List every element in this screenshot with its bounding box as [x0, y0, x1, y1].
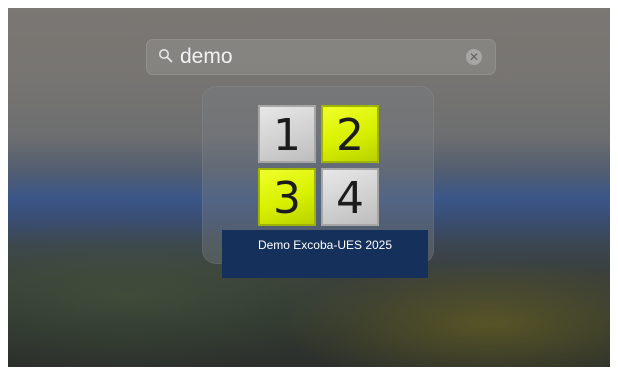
search-input[interactable]	[180, 43, 450, 71]
launchpad-screen: ✕ 1 2 3 4 Demo Excoba-UES 2025	[8, 8, 610, 367]
icon-tile-4: 4	[321, 168, 379, 226]
app-name-label: Demo Excoba-UES 2025	[222, 230, 428, 278]
clear-icon[interactable]: ✕	[466, 49, 482, 65]
icon-tile-3: 3	[258, 168, 316, 226]
search-result-app[interactable]: 1 2 3 4 Demo Excoba-UES 2025	[202, 86, 434, 278]
app-icon[interactable]: 1 2 3 4	[256, 103, 382, 228]
search-icon	[159, 49, 173, 63]
icon-tile-2: 2	[321, 105, 379, 163]
icon-tile-1: 1	[258, 105, 316, 163]
search-bar[interactable]: ✕	[146, 39, 496, 75]
